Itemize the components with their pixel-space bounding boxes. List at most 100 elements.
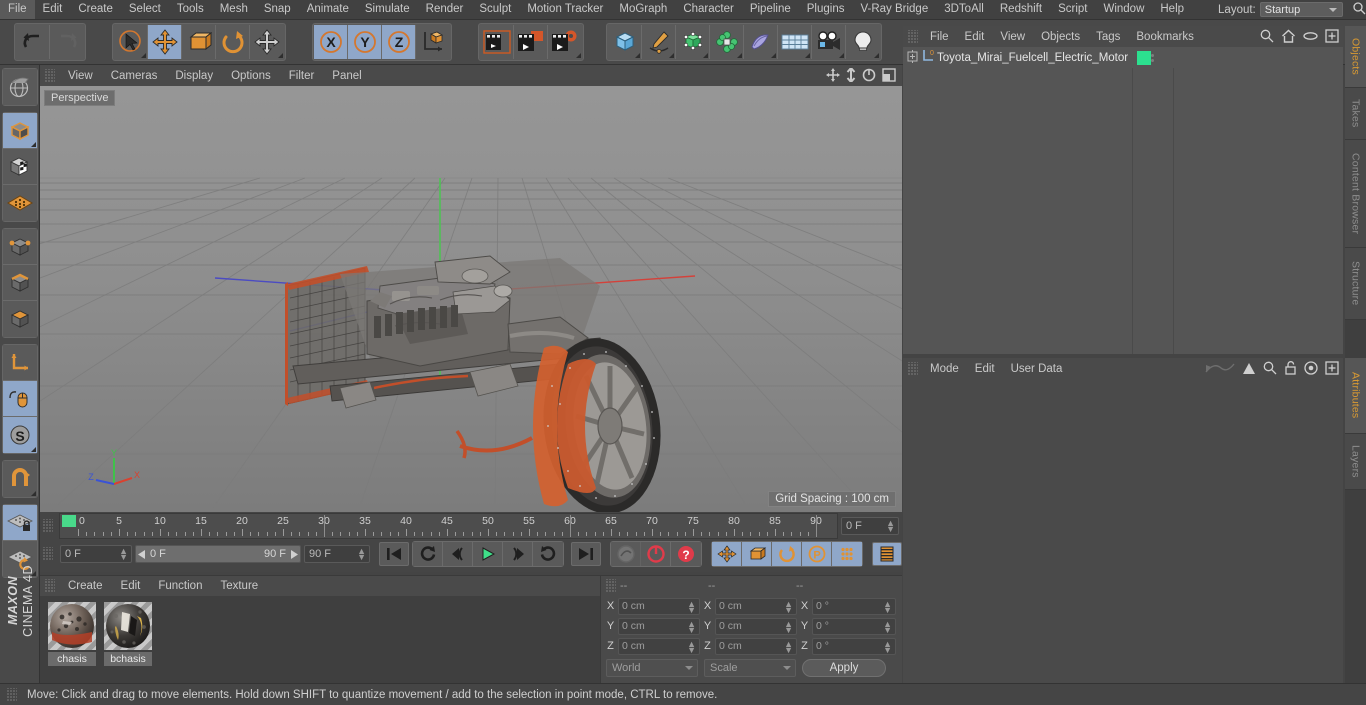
tab-attributes[interactable]: Attributes — [1345, 358, 1366, 434]
spinner-icon[interactable]: ▲▼ — [883, 641, 892, 653]
unlock-icon[interactable] — [1284, 361, 1297, 378]
material-menu-function[interactable]: Function — [149, 577, 211, 596]
rotation-y-input[interactable]: 0 °▲▼ — [812, 618, 896, 635]
play-forward-button[interactable] — [473, 542, 503, 566]
redo-button[interactable] — [50, 25, 84, 59]
preview-range-bar[interactable]: 0 F 90 F — [135, 545, 301, 563]
magnet-snap-button[interactable] — [3, 461, 37, 497]
viewport-menu-display[interactable]: Display — [166, 66, 222, 86]
tab-content-browser[interactable]: Content Browser — [1345, 140, 1366, 248]
pan-icon[interactable] — [826, 68, 840, 85]
menu-item-redshift[interactable]: Redshift — [992, 0, 1050, 19]
spinner-icon[interactable]: ▲▼ — [119, 548, 128, 560]
expand-toggle-icon[interactable] — [906, 50, 919, 66]
coordinate-mode-dropdown[interactable]: Scale — [704, 659, 796, 677]
range-left-arrow-icon[interactable] — [138, 550, 147, 559]
end-frame-field[interactable]: 90 F ▲▼ — [304, 545, 370, 563]
attribute-menu-edit[interactable]: Edit — [967, 359, 1003, 379]
menu-item-pipeline[interactable]: Pipeline — [742, 0, 799, 19]
object-tag-color-swatch[interactable] — [1137, 51, 1151, 65]
object-menu-file[interactable]: File — [922, 27, 957, 47]
material-menu-edit[interactable]: Edit — [112, 577, 150, 596]
material-menu-create[interactable]: Create — [59, 577, 112, 596]
generator-button[interactable] — [676, 25, 710, 59]
material-item-bchasis[interactable]: bchasis — [104, 602, 152, 678]
coordinate-system-dropdown[interactable]: World — [606, 659, 698, 677]
menu-item-snap[interactable]: Snap — [256, 0, 299, 19]
target-icon[interactable] — [1304, 361, 1318, 378]
search-icon[interactable] — [1260, 29, 1274, 46]
spinner-icon[interactable]: ▲▼ — [687, 621, 696, 633]
keyframe-selection-button[interactable]: ? — [671, 542, 701, 566]
scene-object-button[interactable] — [744, 25, 778, 59]
spinner-icon[interactable]: ▲▼ — [784, 641, 793, 653]
texture-mode-button[interactable] — [3, 149, 37, 185]
home-icon[interactable] — [1281, 29, 1296, 46]
render-picture-viewer-button[interactable] — [514, 25, 548, 59]
rotation-x-input[interactable]: 0 °▲▼ — [812, 598, 896, 615]
spinner-icon[interactable]: ▲▼ — [883, 601, 892, 613]
spinner-icon[interactable]: ▲▼ — [357, 548, 366, 560]
go-to-end-button[interactable] — [571, 542, 601, 566]
curve-icon[interactable] — [1205, 361, 1235, 378]
ellipse-icon[interactable] — [1303, 31, 1318, 44]
arrow-up-icon[interactable] — [1242, 361, 1256, 378]
search-icon[interactable] — [1263, 361, 1277, 378]
spinner-icon[interactable]: ▲▼ — [687, 641, 696, 653]
menu-item-render[interactable]: Render — [418, 0, 472, 19]
points-mode-button[interactable] — [3, 229, 37, 265]
object-menu-view[interactable]: View — [992, 27, 1033, 47]
menu-item-file[interactable]: File — [0, 0, 35, 19]
previous-frame-button[interactable] — [443, 542, 473, 566]
timeline-button[interactable] — [872, 542, 902, 566]
timeline-playhead[interactable] — [62, 515, 76, 527]
timeline-ruler[interactable]: 051015202530354045505560657075808590 — [59, 513, 838, 539]
start-frame-field[interactable]: 0 F ▲▼ — [60, 545, 132, 563]
apply-button[interactable]: Apply — [802, 659, 886, 677]
scale-key-button[interactable] — [742, 542, 772, 566]
x-axis-lock-button[interactable]: X — [314, 25, 348, 59]
rotate-view-icon[interactable] — [862, 68, 876, 85]
viewport-view-tab[interactable]: Perspective — [44, 90, 115, 106]
z-axis-lock-button[interactable]: Z — [382, 25, 416, 59]
current-frame-field[interactable]: 0 F ▲▼ — [841, 517, 899, 535]
viewport-solo-button[interactable] — [3, 381, 37, 417]
camera-button[interactable] — [812, 25, 846, 59]
menu-item-motion-tracker[interactable]: Motion Tracker — [519, 0, 611, 19]
position-y-input[interactable]: 0 cm▲▼ — [618, 618, 700, 635]
menu-item-sculpt[interactable]: Sculpt — [471, 0, 519, 19]
size-x-input[interactable]: 0 cm▲▼ — [715, 598, 797, 615]
workplane-button[interactable] — [3, 185, 37, 221]
panel-grip-icon[interactable] — [6, 688, 17, 702]
live-selection-button[interactable] — [114, 25, 148, 59]
render-view-button[interactable] — [480, 25, 514, 59]
menu-item-animate[interactable]: Animate — [299, 0, 357, 19]
menu-item-mesh[interactable]: Mesh — [212, 0, 256, 19]
world-object-axis-button[interactable] — [416, 25, 450, 59]
position-key-button[interactable] — [712, 542, 742, 566]
spline-pen-button[interactable] — [642, 25, 676, 59]
tab-layers[interactable]: Layers — [1345, 434, 1366, 490]
floor-button[interactable] — [778, 25, 812, 59]
position-z-input[interactable]: 0 cm▲▼ — [618, 638, 700, 655]
object-menu-edit[interactable]: Edit — [957, 27, 993, 47]
tab-structure[interactable]: Structure — [1345, 248, 1366, 320]
viewport-menu-view[interactable]: View — [59, 66, 102, 86]
object-menu-objects[interactable]: Objects — [1033, 27, 1088, 47]
next-key-button[interactable] — [533, 542, 563, 566]
spinner-icon[interactable]: ▲▼ — [784, 601, 793, 613]
object-name[interactable]: Toyota_Mirai_Fuelcell_Electric_Motor — [937, 52, 1128, 64]
y-axis-lock-button[interactable]: Y — [348, 25, 382, 59]
menu-item-script[interactable]: Script — [1050, 0, 1095, 19]
object-menu-tags[interactable]: Tags — [1088, 27, 1128, 47]
rotate-tool-button[interactable] — [216, 25, 250, 59]
object-visibility-dots[interactable] — [1151, 54, 1154, 62]
menu-item-window[interactable]: Window — [1095, 0, 1152, 19]
cube-primitive-button[interactable] — [608, 25, 642, 59]
menu-item-create[interactable]: Create — [70, 0, 121, 19]
spinner-icon[interactable]: ▲▼ — [784, 621, 793, 633]
maximize-view-icon[interactable] — [882, 68, 896, 85]
viewport-3d-canvas[interactable]: Perspective — [40, 86, 902, 512]
spinner-icon[interactable]: ▲▼ — [687, 601, 696, 613]
panel-grip-icon[interactable] — [907, 362, 918, 376]
